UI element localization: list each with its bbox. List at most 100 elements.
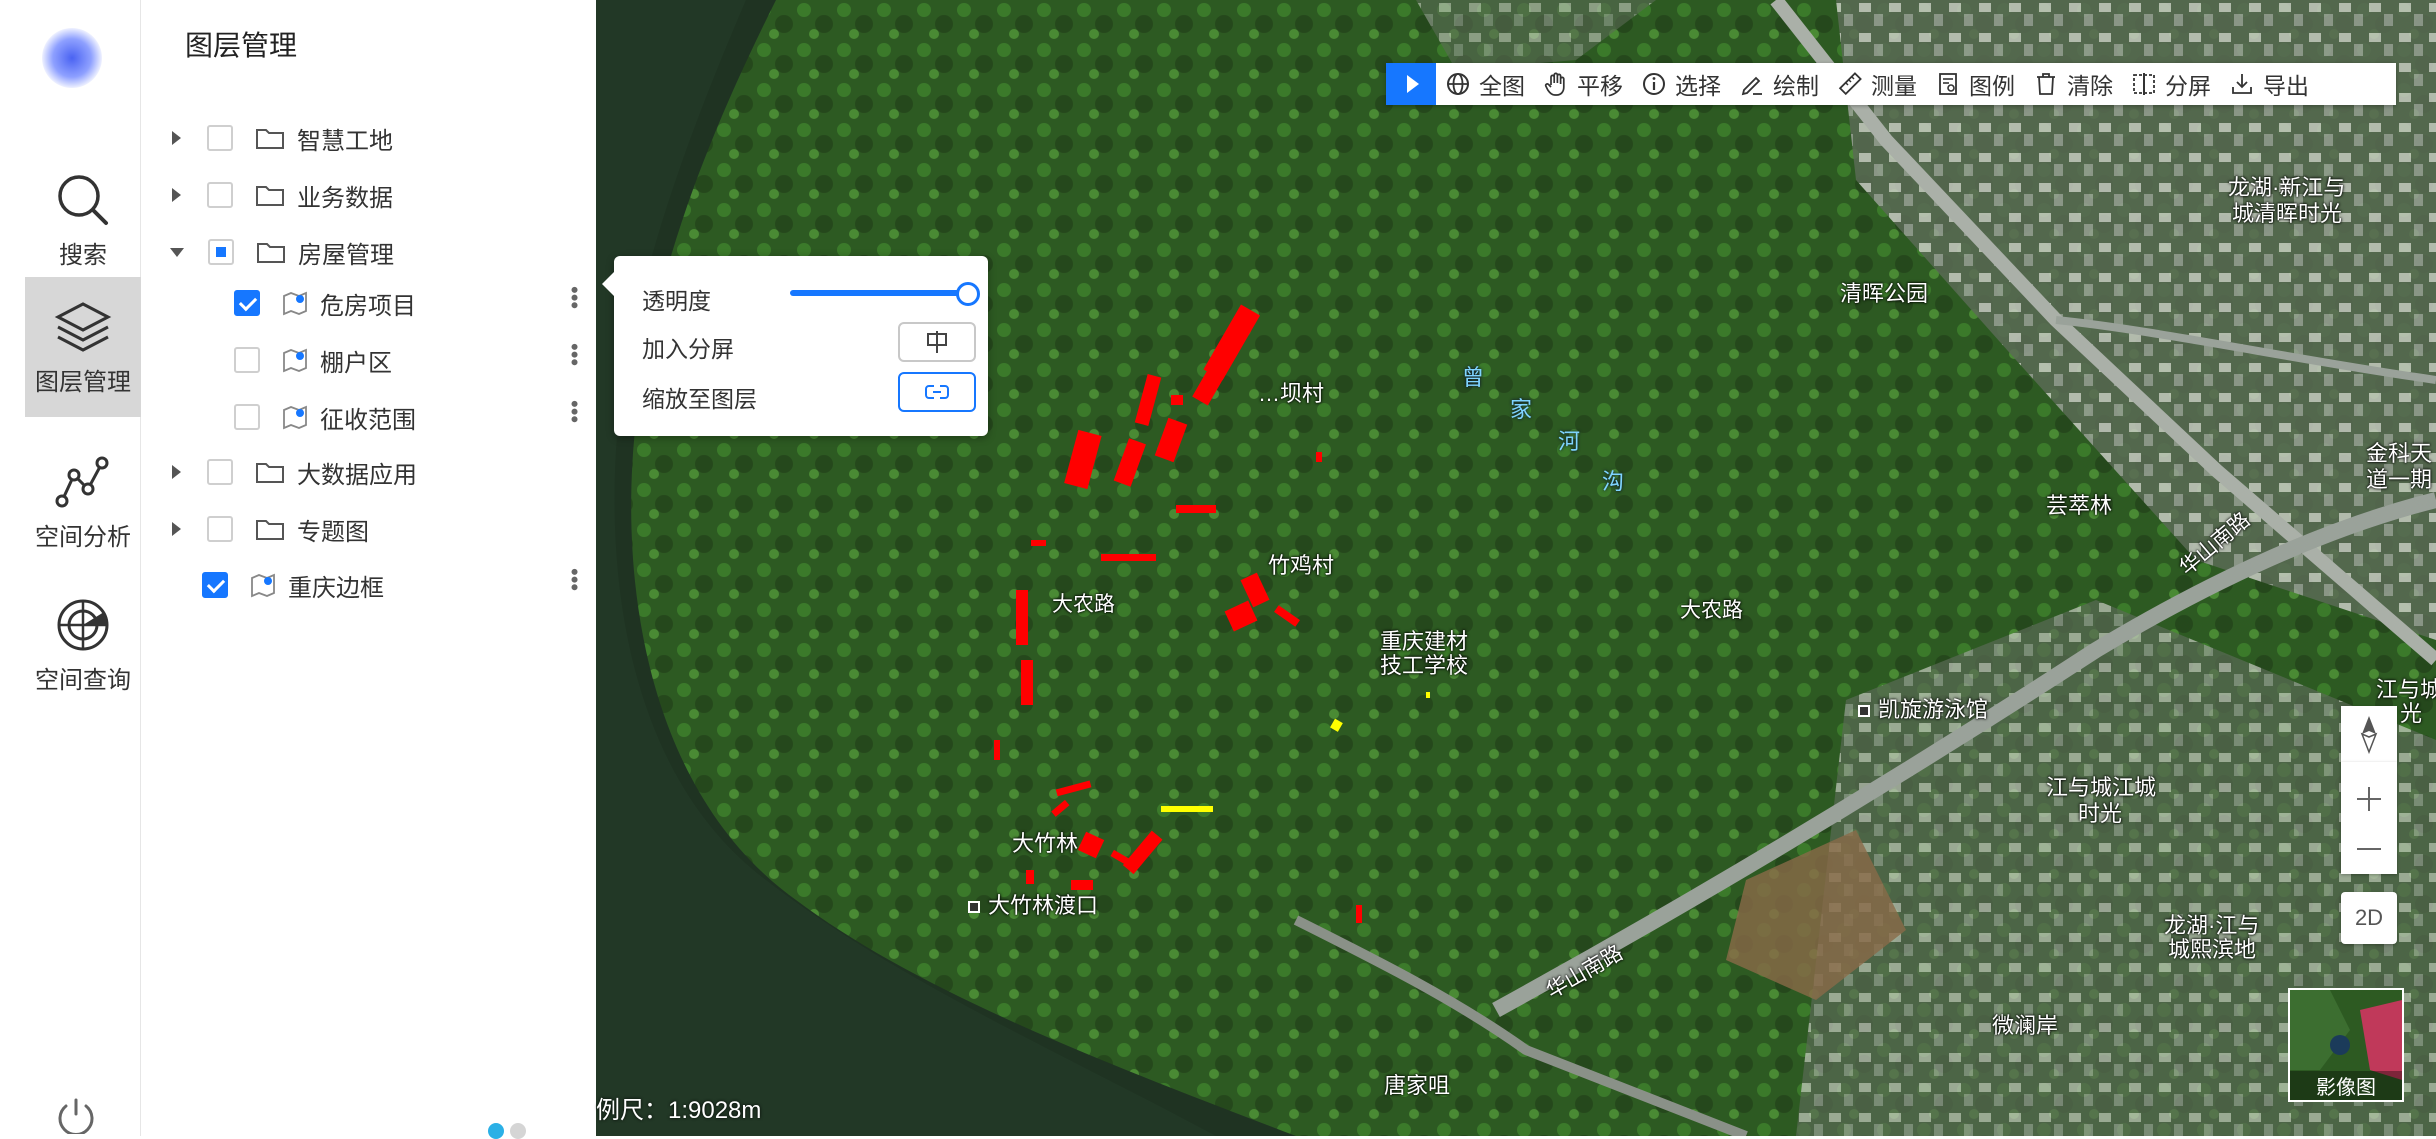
more-options-icon[interactable]: ••• [562, 286, 587, 309]
toolbar-toggle-button[interactable] [1386, 63, 1436, 105]
map-label: 大竹林渡口 [968, 888, 1098, 920]
map-layer-icon [283, 348, 307, 373]
tree-item-folder[interactable]: 业务数据 [172, 175, 393, 215]
expand-caret-icon[interactable] [172, 188, 181, 202]
tool-legend[interactable]: 图例 [1926, 63, 2024, 105]
trash-icon [2037, 73, 2055, 95]
zoom-out-icon[interactable] [2354, 834, 2384, 864]
compass-button[interactable] [2341, 706, 2397, 762]
ruler-icon [1838, 72, 1862, 96]
view-mode-toggle[interactable]: 2D [2341, 892, 2397, 944]
pager-dots [488, 1123, 526, 1139]
basemap-label: 影像图 [2290, 1071, 2402, 1100]
map-label: 光 [2400, 701, 2423, 726]
tree-item-layer[interactable]: 棚户区 [234, 340, 392, 380]
tree-item-folder[interactable]: 大数据应用 [172, 452, 417, 492]
map-label: 清晖公园 [1840, 281, 1929, 306]
scale-bar-text: 例尺：1:9028m [596, 1097, 762, 1124]
tool-measure[interactable]: 测量 [1828, 63, 1926, 105]
layer-checkbox[interactable] [202, 572, 228, 598]
tree-item-layer[interactable]: 重庆边框 [202, 565, 384, 605]
add-to-split-button[interactable] [898, 322, 976, 362]
rail-item-layers[interactable]: 图层管理 [25, 277, 141, 417]
tree-label: 大数据应用 [297, 461, 417, 489]
pager-dot[interactable] [510, 1123, 526, 1139]
rail-label: 图层管理 [35, 368, 131, 396]
collapse-caret-icon[interactable] [170, 247, 184, 257]
satellite-basemap [596, 0, 2436, 1136]
globe-icon [1447, 73, 1469, 95]
map-label: 大农路 [1680, 599, 1743, 622]
layer-options-popup: 透明度 加入分屏 缩放至图层 [602, 256, 988, 436]
layer-checkbox[interactable] [234, 404, 260, 430]
tool-label: 平移 [1577, 73, 1623, 99]
tool-select[interactable]: 选择 [1632, 63, 1730, 105]
tool-draw[interactable]: 绘制 [1730, 63, 1828, 105]
tool-split-screen[interactable]: 分屏 [2122, 63, 2220, 105]
layer-checkbox[interactable] [234, 290, 260, 316]
tree-item-layer[interactable]: 危房项目 [234, 283, 416, 323]
tree-item-folder[interactable]: 房屋管理 [170, 232, 394, 272]
map-label: 家 [1510, 397, 1533, 422]
tool-label: 清除 [2067, 73, 2113, 99]
info-icon [1643, 73, 1665, 95]
zoom-to-layer-button[interactable] [898, 372, 976, 412]
tool-label: 绘制 [1773, 73, 1819, 99]
basemap-switcher[interactable]: 影像图 [2288, 988, 2404, 1102]
tree-item-folder[interactable]: 专题图 [172, 509, 369, 549]
expand-caret-icon[interactable] [172, 131, 181, 145]
tree-item-layer[interactable]: 征收范围 [234, 397, 416, 437]
rail-item-query[interactable]: 空间查询 [25, 575, 141, 715]
tool-full-extent[interactable]: 全图 [1436, 63, 1534, 105]
radar-icon [57, 599, 109, 650]
app-logo [42, 28, 102, 88]
layer-checkbox[interactable] [207, 125, 233, 151]
search-icon [58, 174, 108, 225]
panel-title: 图层管理 [185, 30, 298, 61]
layer-checkbox[interactable] [207, 516, 233, 542]
zoom-in-icon[interactable] [2354, 784, 2384, 814]
tool-pan[interactable]: 平移 [1534, 63, 1632, 105]
map-label: 时光 [2078, 801, 2123, 826]
map-label: 河 [1558, 429, 1581, 454]
rail-item-analysis[interactable]: 空间分析 [25, 432, 141, 572]
split-screen-icon [927, 331, 947, 353]
layer-panel: 图层管理 智慧工地 业务数据 房屋管理 危房项目 ••• 棚户区 ••• 征收范… [141, 0, 596, 1139]
compass-icon [2360, 716, 2378, 754]
power-icon[interactable] [56, 1098, 96, 1134]
tree-label: 征收范围 [320, 406, 416, 434]
more-options-icon[interactable]: ••• [562, 343, 587, 366]
more-options-icon[interactable]: ••• [562, 568, 587, 591]
layer-checkbox[interactable] [234, 347, 260, 373]
map-label: 竹鸡村 [1268, 553, 1335, 578]
opacity-slider-handle[interactable] [956, 282, 980, 306]
map-label: 道一期 [2366, 467, 2433, 492]
map-view[interactable]: 清晖公园 龙湖·新江与 城清晖时光 曾 家 河 沟 芸萃林 华山南路 大农路 大… [596, 0, 2436, 1136]
tree-label: 重庆边框 [288, 574, 384, 602]
zoom-to-layer-label: 缩放至图层 [642, 386, 757, 412]
tool-label: 图例 [1969, 73, 2015, 99]
more-options-icon[interactable]: ••• [562, 400, 587, 423]
rail-item-search[interactable]: 搜索 [25, 150, 141, 290]
expand-caret-icon[interactable] [172, 522, 181, 536]
tool-label: 全图 [1479, 73, 1525, 99]
layer-checkbox[interactable] [207, 182, 233, 208]
hand-icon [1544, 72, 1565, 96]
tree-label: 业务数据 [297, 184, 393, 212]
view-mode-label: 2D [2354, 905, 2384, 930]
tool-export[interactable]: 导出 [2220, 63, 2318, 105]
export-icon [2232, 74, 2252, 94]
split-icon [2133, 73, 2155, 95]
expand-caret-icon[interactable] [172, 465, 181, 479]
opacity-slider-track[interactable] [790, 290, 970, 296]
legend-icon [1939, 73, 1957, 95]
rail-label: 搜索 [59, 241, 107, 269]
tree-item-folder[interactable]: 智慧工地 [172, 118, 393, 158]
layer-checkbox[interactable] [208, 239, 234, 265]
folder-icon [256, 463, 284, 483]
opacity-label: 透明度 [642, 288, 711, 314]
tool-clear[interactable]: 清除 [2024, 63, 2122, 105]
pager-dot[interactable] [488, 1123, 504, 1139]
layer-checkbox[interactable] [207, 459, 233, 485]
map-label: 大农路 [1052, 593, 1115, 616]
